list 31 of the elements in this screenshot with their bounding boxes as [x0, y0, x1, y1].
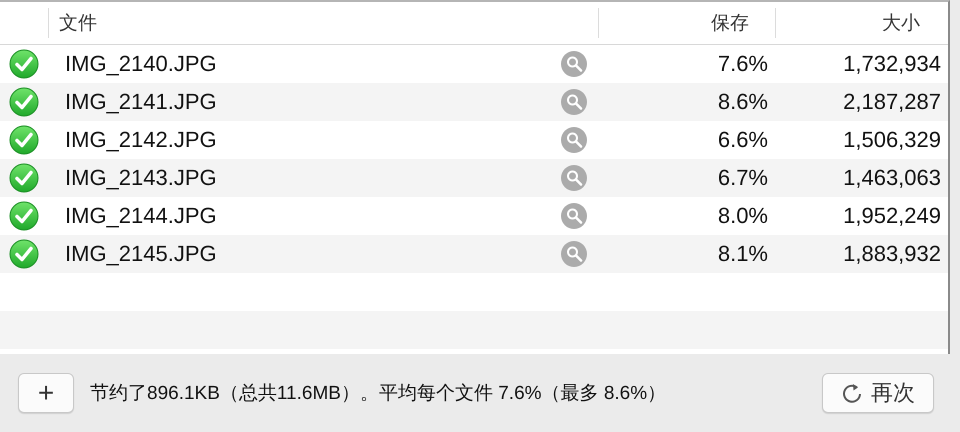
saved-percent: 8.6% — [716, 89, 769, 115]
search-icon[interactable] — [560, 88, 588, 116]
file-size: 1,952,249 — [842, 203, 942, 229]
column-header[interactable]: 大小 — [882, 10, 920, 36]
file-name: IMG_2144.JPG — [65, 203, 217, 229]
saved-percent: 8.0% — [716, 203, 769, 229]
file-size: 1,883,932 — [842, 241, 942, 267]
file-size: 1,463,063 — [842, 165, 942, 191]
saved-percent: 6.6% — [716, 127, 769, 153]
file-name: IMG_2145.JPG — [65, 241, 217, 267]
search-icon[interactable] — [560, 240, 588, 268]
again-button[interactable]: 再次 — [822, 373, 934, 413]
search-icon[interactable] — [560, 164, 588, 192]
summary-text: 节约了896.1KB（总共11.6MB）。平均每个文件 7.6%（最多 8.6%） — [90, 382, 668, 406]
saved-percent: 7.6% — [716, 51, 769, 77]
file-name: IMG_2142.JPG — [65, 127, 217, 153]
file-size: 2,187,287 — [842, 89, 942, 115]
add-button[interactable]: + — [18, 373, 74, 413]
file-size: 1,506,329 — [842, 127, 942, 153]
saved-percent: 8.1% — [716, 241, 769, 267]
search-icon[interactable] — [560, 50, 588, 78]
file-size: 1,732,934 — [842, 51, 942, 77]
search-icon[interactable] — [560, 202, 588, 230]
column-header[interactable]: 文件 — [59, 10, 97, 36]
refresh-icon — [841, 381, 863, 405]
file-name: IMG_2143.JPG — [65, 165, 217, 191]
column-header[interactable]: 保存 — [711, 10, 749, 36]
saved-percent: 6.7% — [716, 165, 769, 191]
file-name: IMG_2140.JPG — [65, 51, 217, 77]
file-name: IMG_2141.JPG — [65, 89, 217, 115]
search-icon[interactable] — [560, 126, 588, 154]
